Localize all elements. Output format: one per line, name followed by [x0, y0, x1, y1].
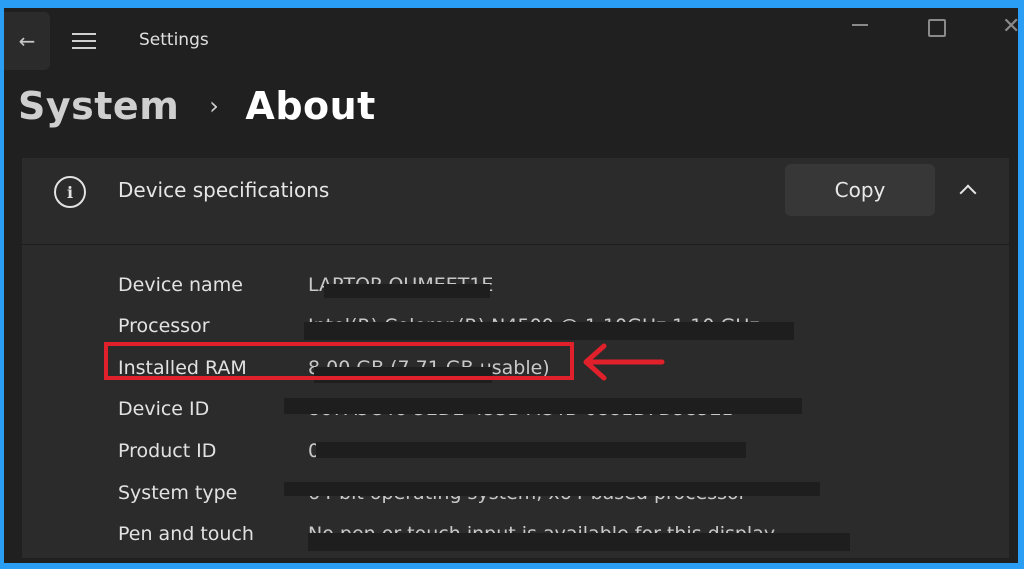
close-icon[interactable]: ✕	[1002, 14, 1018, 39]
app-title: Settings	[139, 30, 209, 50]
back-arrow-icon: ←	[18, 29, 36, 53]
hamburger-menu-icon	[72, 33, 96, 49]
redaction-bar	[316, 442, 746, 458]
redaction-bar	[324, 284, 490, 298]
copy-button[interactable]: Copy	[785, 164, 935, 216]
spec-label: Processor	[118, 315, 210, 337]
collapse-button[interactable]	[948, 172, 988, 208]
section-title: Device specifications	[118, 178, 330, 202]
back-button[interactable]: ←	[4, 12, 50, 70]
device-specifications-header[interactable]: i Device specifications Copy	[22, 158, 1009, 245]
spec-row-device-id: Device ID 867A5C46-5EDE-453B-AC4B-0881B7…	[22, 394, 1009, 434]
redaction-bar	[308, 533, 850, 551]
breadcrumb-system[interactable]: System	[18, 84, 179, 128]
minimize-icon[interactable]	[852, 24, 868, 26]
chevron-up-icon	[959, 184, 977, 202]
redaction-bar	[284, 482, 820, 496]
spec-label: Device name	[118, 274, 243, 296]
spec-label: System type	[118, 482, 238, 504]
spec-label: Product ID	[118, 440, 217, 462]
ram-highlight-box	[104, 342, 574, 380]
spec-label: Device ID	[118, 398, 210, 420]
spec-row-product-id: Product ID 00356-24514-22849-AAOEM	[22, 436, 1009, 476]
breadcrumb: System › About	[18, 84, 376, 128]
redaction-bar	[304, 322, 794, 340]
redaction-bar	[284, 398, 802, 414]
navigation-menu-button[interactable]	[66, 26, 102, 56]
spec-row-pen-and-touch: Pen and touch No pen or touch input is a…	[22, 519, 1009, 559]
settings-window: ← Settings ✕ System › About i Device spe…	[4, 8, 1018, 563]
spec-row-device-name: Device name LAPTOP-OUMEET1E	[22, 270, 1009, 310]
annotation-arrow-icon	[583, 343, 665, 381]
info-icon: i	[54, 176, 86, 208]
spec-row-system-type: System type 64-bit operating system, x64…	[22, 478, 1009, 518]
spec-label: Pen and touch	[118, 523, 254, 545]
page-title: About	[245, 84, 376, 128]
maximize-icon[interactable]	[928, 19, 946, 37]
title-bar: ← Settings ✕	[4, 8, 1018, 70]
breadcrumb-chevron-icon: ›	[209, 92, 220, 120]
